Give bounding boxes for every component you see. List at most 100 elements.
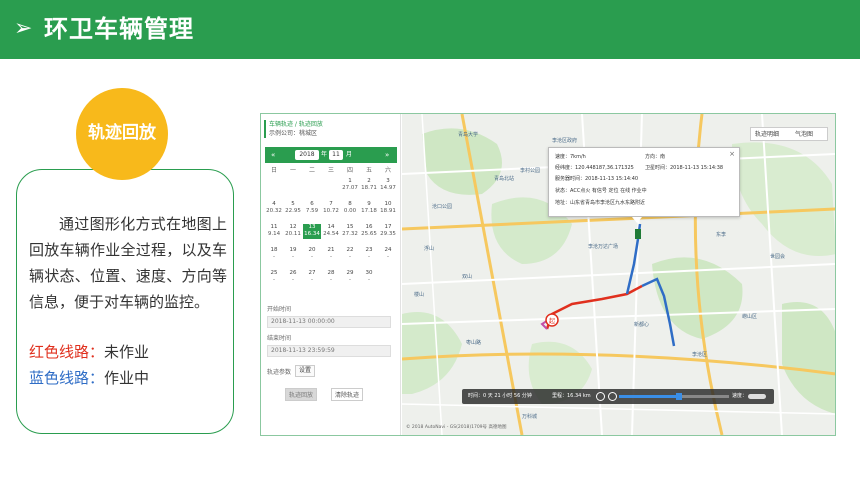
calendar-day[interactable]: 6 7.59 <box>303 201 321 216</box>
calendar-day[interactable]: 4 20.32 <box>265 201 283 216</box>
feature-description: 通过图形化方式在地图上回放车辆作业全过程，以及车辆状态、位置、速度、方向等信息，… <box>29 215 227 311</box>
calendar-day[interactable]: 11 9.14 <box>265 224 283 239</box>
track-sidebar: 车辆轨迹 / 轨迹回放 示例公司：桃城区 « 2018 年 11 月 » 日一二… <box>261 114 401 435</box>
sidebar-accent <box>264 120 266 138</box>
calendar-day[interactable]: 19- <box>284 247 302 262</box>
legend-blue-label: 蓝色线路： <box>29 369 105 387</box>
calendar-day-mileage: 7.59 <box>305 208 319 214</box>
calendar-day-number: 1 <box>348 178 352 184</box>
map-place-label: 李沧区 <box>692 352 708 358</box>
calendar-day[interactable]: 23- <box>360 247 378 262</box>
calendar-day[interactable]: 24- <box>379 247 397 262</box>
stop-icon[interactable] <box>608 392 617 401</box>
map-place-label: 沧口公园 <box>432 204 453 210</box>
calendar-day[interactable]: 15 27.32 <box>341 224 359 239</box>
playback-speed-slider[interactable] <box>748 394 766 399</box>
calendar-day-number: 21 <box>327 247 335 253</box>
track-param-button[interactable]: 设置 <box>295 365 315 377</box>
calendar-day-mileage: - <box>292 254 294 260</box>
calendar-day[interactable]: 10 18.91 <box>379 201 397 216</box>
calendar-day-number: 17 <box>384 224 392 230</box>
popup-pointer <box>632 217 642 223</box>
calendar-day[interactable]: 1 27.07 <box>341 178 359 193</box>
calendar-day-number: 4 <box>272 201 276 207</box>
calendar-day-mileage: 22.95 <box>285 208 301 214</box>
popup-gps-time: 卫星时间：2018-11-13 15:14:38 <box>645 165 724 171</box>
calendar-day-number: 23 <box>365 247 373 253</box>
calendar-day-number: 9 <box>367 201 371 207</box>
calendar-day[interactable]: 27- <box>303 270 321 285</box>
map-place-label: 崂山区 <box>742 314 758 320</box>
calendar-next-button[interactable]: » <box>385 150 389 160</box>
calendar-day[interactable]: 14 24.54 <box>322 224 340 239</box>
calendar-weekday: 五 <box>365 167 372 174</box>
layer-track-detail[interactable]: 轨迹明细 <box>755 129 779 141</box>
calendar-day[interactable]: 12 20.11 <box>284 224 302 239</box>
popup-server-time: 服务器时间：2018-11-13 15:14:40 <box>555 176 639 182</box>
calendar-weekday: 二 <box>308 167 315 174</box>
calendar-prev-button[interactable]: « <box>271 150 275 160</box>
calendar-day[interactable]: 28- <box>322 270 340 285</box>
app-screenshot: 车辆轨迹 / 轨迹回放 示例公司：桃城区 « 2018 年 11 月 » 日一二… <box>260 113 836 436</box>
playback-button[interactable]: 轨迹回放 <box>285 388 317 401</box>
calendar-day[interactable]: 26- <box>284 270 302 285</box>
map-place-label: 楼山 <box>414 292 425 298</box>
playback-progress[interactable] <box>619 393 729 400</box>
calendar-day[interactable]: 30- <box>360 270 378 285</box>
calendar-day-number: 28 <box>327 270 335 276</box>
calendar-day[interactable]: 7 10.72 <box>322 201 340 216</box>
playback-distance: 里程：16.34 km <box>552 393 591 399</box>
calendar-day[interactable]: 18- <box>265 247 283 262</box>
calendar-day[interactable]: 3 14.97 <box>379 178 397 193</box>
calendar-day <box>379 270 397 285</box>
calendar-day[interactable]: 17 29.35 <box>379 224 397 239</box>
calendar-day-mileage: - <box>387 254 389 260</box>
month-select[interactable]: 11 <box>329 150 343 160</box>
calendar-day[interactable]: 22- <box>341 247 359 262</box>
calendar-day[interactable]: 29- <box>341 270 359 285</box>
playback-bar[interactable]: 时间：0 天 21 小时 56 分钟 里程：16.34 km 速度： <box>462 389 774 404</box>
map-place-label: 枣山路 <box>466 340 482 346</box>
map-view[interactable]: 起 青岛大学李村公园李沧区政府中韩街道李沧万达广场青岛北站东李九水浮山沧口公园崂… <box>402 114 835 435</box>
clear-track-button[interactable]: 清除轨迹 <box>331 388 363 401</box>
legend-blue-value: 作业中 <box>104 369 150 387</box>
end-time-label: 结束时间 <box>267 335 292 342</box>
map-place-label: 双山 <box>462 274 473 280</box>
calendar-day[interactable]: 5 22.95 <box>284 201 302 216</box>
calendar-day-number: 22 <box>346 247 354 253</box>
calendar-day-number: 3 <box>386 178 390 184</box>
calendar-day[interactable]: 16 25.65 <box>360 224 378 239</box>
calendar-day[interactable]: 20- <box>303 247 321 262</box>
page-header: ➢ 环卫车辆管理 <box>0 0 860 59</box>
calendar-day-mileage: - <box>311 277 313 283</box>
calendar-day[interactable]: 25- <box>265 270 283 285</box>
calendar-day[interactable]: 2 18.71 <box>360 178 378 193</box>
month-suffix: 月 <box>346 151 353 158</box>
year-select[interactable]: 2018 <box>295 150 319 160</box>
calendar-day-number: 14 <box>327 224 335 230</box>
calendar-day[interactable]: 9 17.18 <box>360 201 378 216</box>
calendar-day-mileage: 10.72 <box>323 208 339 214</box>
start-time-input[interactable]: 2018-11-13 00:00:00 <box>267 316 391 328</box>
close-icon[interactable]: × <box>729 151 735 158</box>
vehicle-info-popup: × 速度：7km/h 方向：南 经纬度：120.448187,36.171325… <box>548 147 740 217</box>
end-time-input[interactable]: 2018-11-13 23:59:59 <box>267 345 391 357</box>
play-icon[interactable] <box>596 392 605 401</box>
calendar-day[interactable]: 21- <box>322 247 340 262</box>
calendar-day[interactable]: 8 0.00 <box>341 201 359 216</box>
map-place-label: 李沧万达广场 <box>588 244 619 250</box>
calendar-day-number: 18 <box>270 247 278 253</box>
calendar-day-number: 10 <box>384 201 392 207</box>
layer-bubble[interactable]: 气泡图 <box>795 129 813 141</box>
playback-handle[interactable] <box>676 393 682 400</box>
calendar-day[interactable]: 13 16.34 <box>303 224 321 239</box>
calendar-day-mileage: 27.32 <box>342 231 358 237</box>
calendar-day-number: 13 <box>308 224 316 230</box>
calendar-day <box>265 178 283 193</box>
calendar-weekday: 一 <box>289 167 296 174</box>
calendar-day-mileage: 27.07 <box>342 185 358 191</box>
breadcrumb[interactable]: 车辆轨迹 / 轨迹回放 <box>269 120 323 129</box>
map-layer-toggle[interactable]: 轨迹明细 气泡图 <box>750 127 828 141</box>
calendar-weekday: 四 <box>346 167 353 174</box>
playback-progress-fill <box>619 395 679 398</box>
